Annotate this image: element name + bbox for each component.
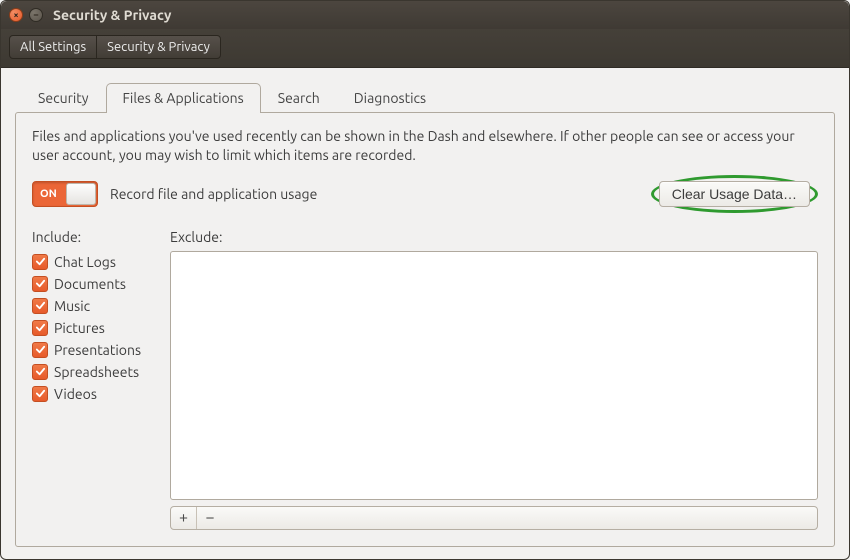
minimize-icon[interactable]: – xyxy=(29,8,43,22)
clear-usage-data-button[interactable]: Clear Usage Data… xyxy=(659,181,810,207)
checkbox-chat-logs[interactable] xyxy=(32,254,48,270)
checkbox-videos[interactable] xyxy=(32,386,48,402)
include-item-label: Documents xyxy=(54,276,126,292)
check-icon xyxy=(35,366,46,377)
tab-panel: Files and applications you've used recen… xyxy=(15,112,835,547)
include-column: Include: Chat Logs Documents xyxy=(32,229,160,530)
tabstrip: Security Files & Applications Search Dia… xyxy=(15,82,835,112)
include-item-music: Music xyxy=(32,295,160,317)
settings-window: × – Security & Privacy All Settings Secu… xyxy=(0,0,850,560)
include-item-label: Music xyxy=(54,298,90,314)
exclude-column: Exclude: + − xyxy=(170,229,818,530)
include-item-label: Spreadsheets xyxy=(54,364,139,380)
include-item-label: Chat Logs xyxy=(54,254,116,270)
check-icon xyxy=(35,300,46,311)
content-area: Security Files & Applications Search Dia… xyxy=(1,68,849,559)
check-icon xyxy=(35,256,46,267)
remove-exclude-button[interactable]: − xyxy=(197,507,223,529)
include-item-label: Videos xyxy=(54,386,97,402)
checkbox-documents[interactable] xyxy=(32,276,48,292)
breadcrumb-all-settings[interactable]: All Settings xyxy=(10,36,97,58)
toolbar: All Settings Security & Privacy xyxy=(1,29,849,68)
checkbox-presentations[interactable] xyxy=(32,342,48,358)
panel-description: Files and applications you've used recen… xyxy=(32,127,818,165)
close-icon[interactable]: × xyxy=(9,8,23,22)
include-item-spreadsheets: Spreadsheets xyxy=(32,361,160,383)
breadcrumb: All Settings Security & Privacy xyxy=(9,35,221,59)
add-exclude-button[interactable]: + xyxy=(171,507,197,529)
include-item-chat-logs: Chat Logs xyxy=(32,251,160,273)
record-usage-toggle[interactable]: ON xyxy=(32,181,98,207)
include-item-pictures: Pictures xyxy=(32,317,160,339)
include-item-documents: Documents xyxy=(32,273,160,295)
record-usage-label: Record file and application usage xyxy=(110,186,317,202)
tab-search[interactable]: Search xyxy=(261,83,337,113)
toggle-on-label: ON xyxy=(40,188,57,200)
breadcrumb-security-privacy[interactable]: Security & Privacy xyxy=(97,36,220,58)
tab-security[interactable]: Security xyxy=(21,83,106,113)
check-icon xyxy=(35,278,46,289)
include-label: Include: xyxy=(32,229,160,245)
check-icon xyxy=(35,388,46,399)
tab-files-applications[interactable]: Files & Applications xyxy=(106,83,261,113)
tab-diagnostics[interactable]: Diagnostics xyxy=(337,83,443,113)
checkbox-spreadsheets[interactable] xyxy=(32,364,48,380)
exclude-list-actions: + − xyxy=(170,506,818,530)
toggle-knob xyxy=(66,183,96,205)
include-item-videos: Videos xyxy=(32,383,160,405)
checkbox-pictures[interactable] xyxy=(32,320,48,336)
checkbox-music[interactable] xyxy=(32,298,48,314)
include-item-presentations: Presentations xyxy=(32,339,160,361)
check-icon xyxy=(35,344,46,355)
check-icon xyxy=(35,322,46,333)
include-item-label: Pictures xyxy=(54,320,105,336)
exclude-listbox[interactable] xyxy=(170,251,818,500)
window-title: Security & Privacy xyxy=(53,7,171,23)
include-item-label: Presentations xyxy=(54,342,141,358)
annotation-highlight: Clear Usage Data… xyxy=(651,175,818,213)
titlebar: × – Security & Privacy xyxy=(1,1,849,29)
exclude-label: Exclude: xyxy=(170,229,818,245)
